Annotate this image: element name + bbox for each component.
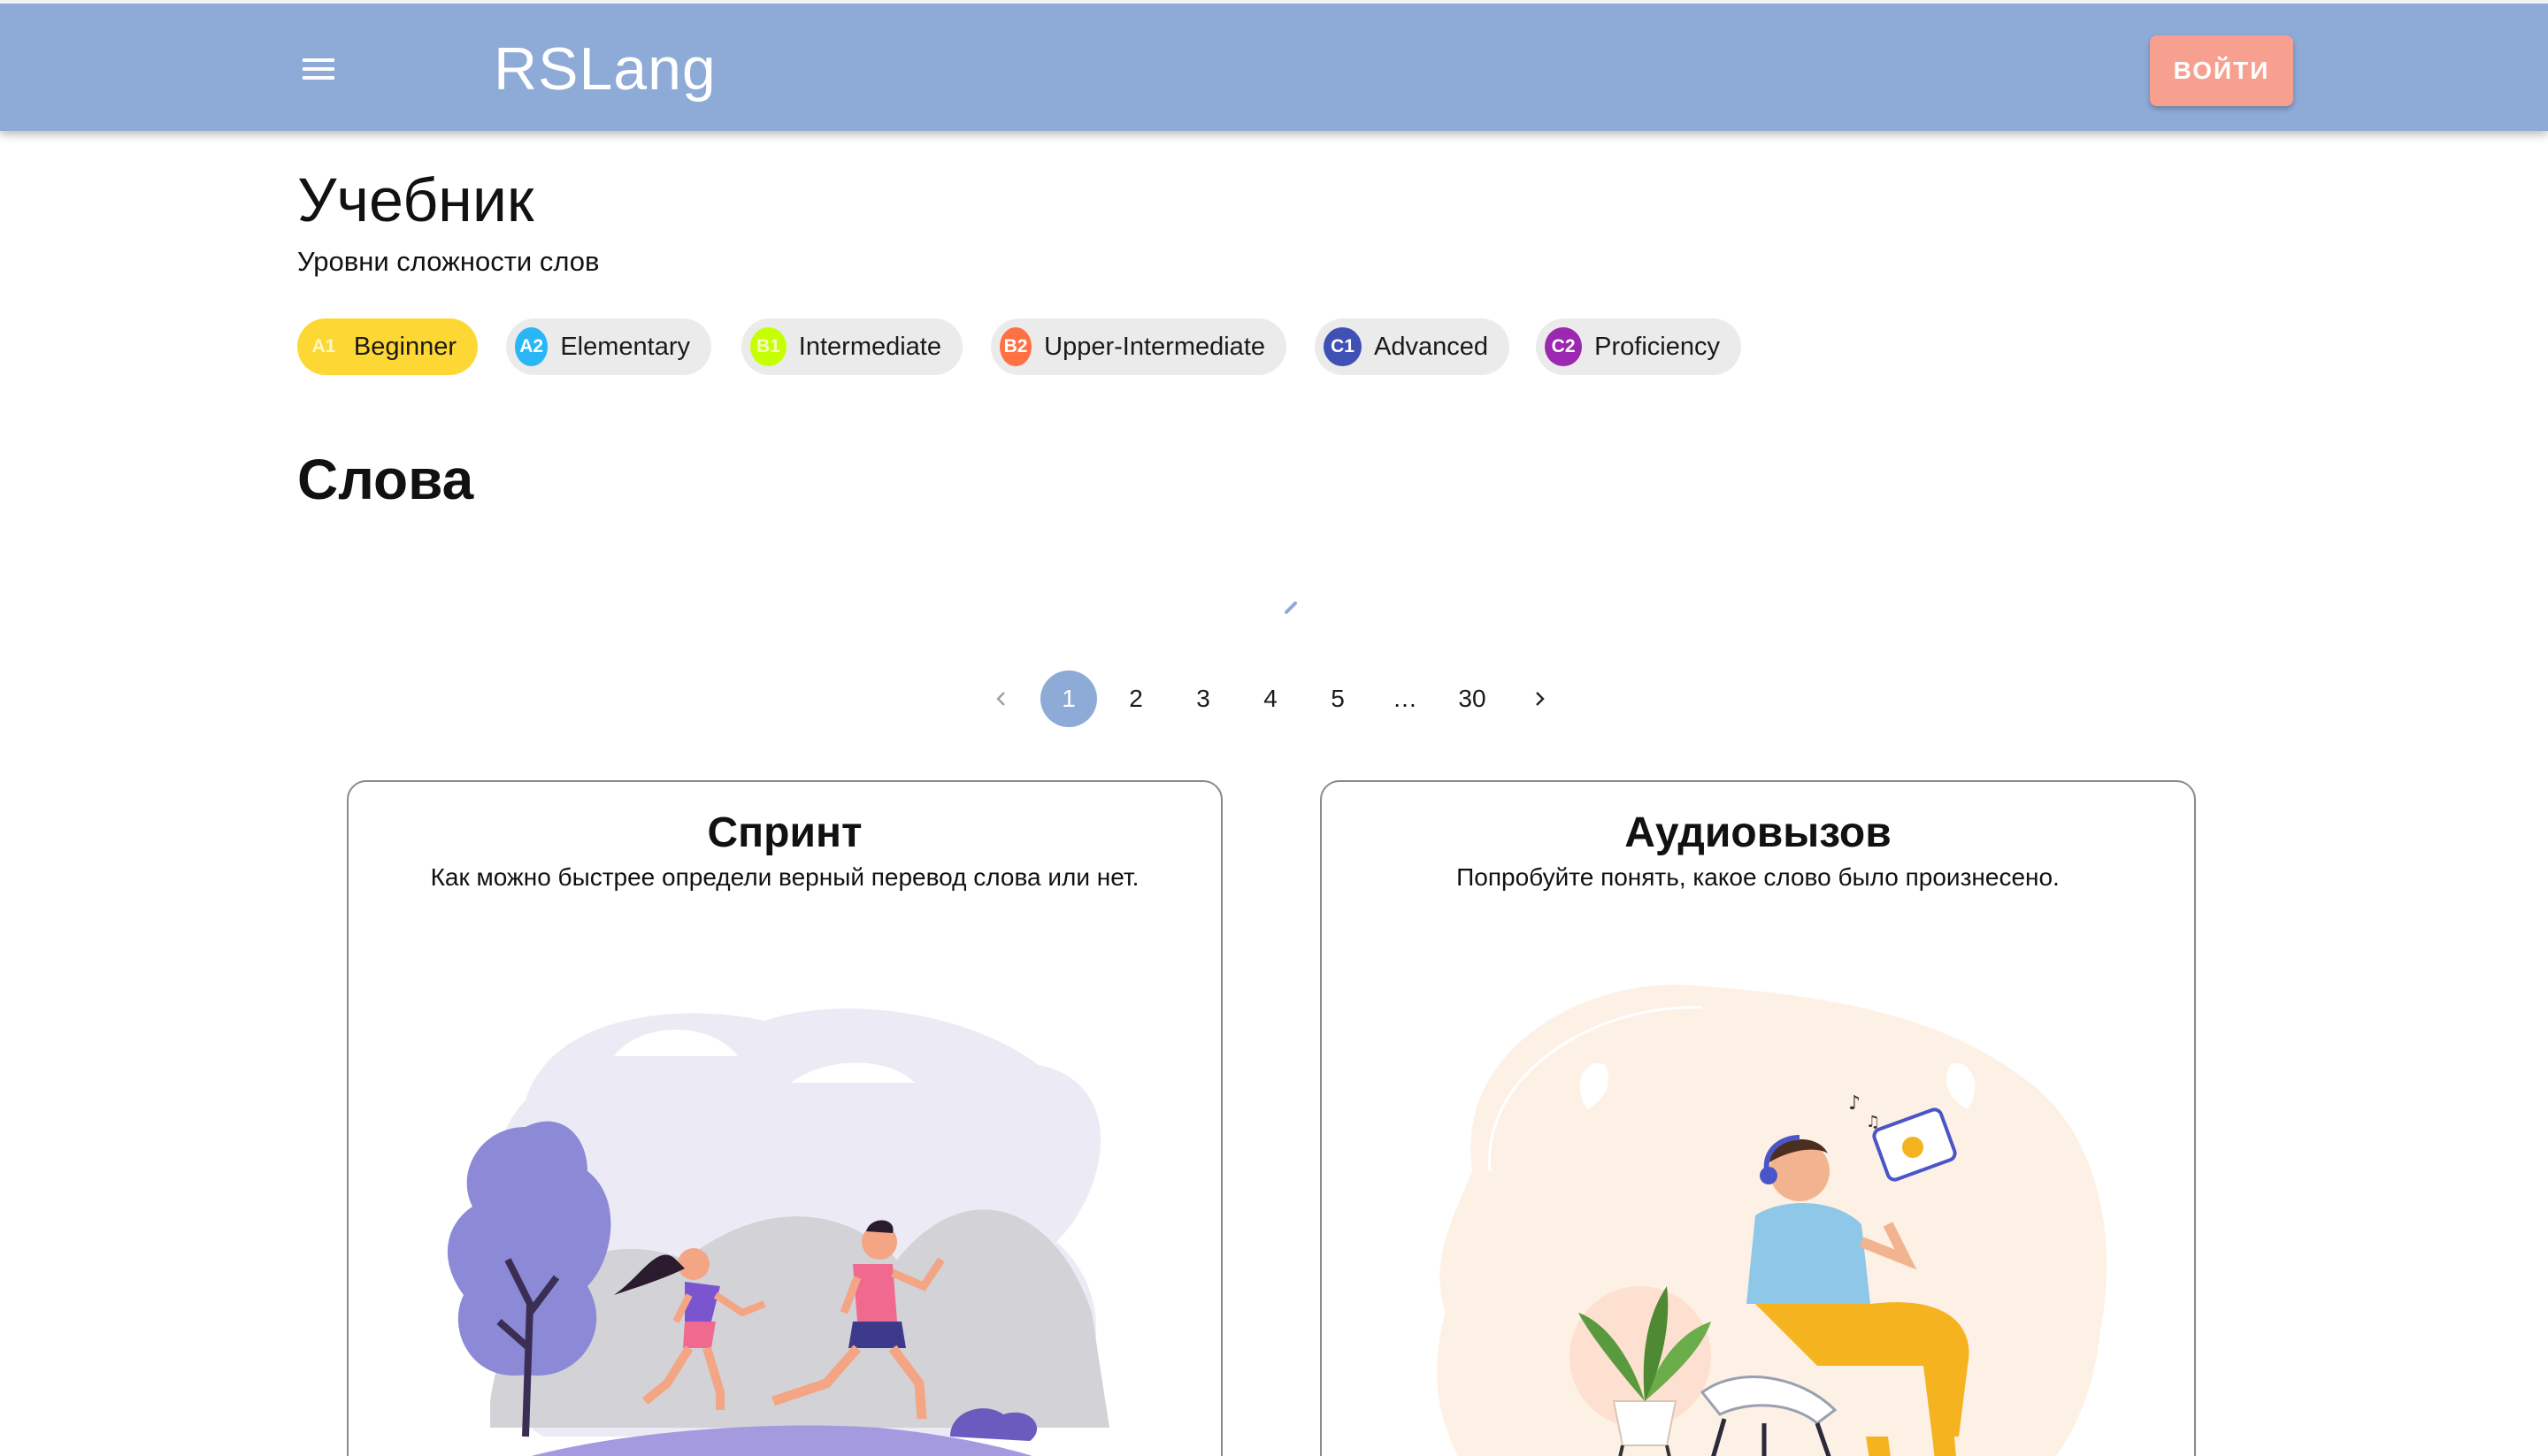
pagination-prev-icon[interactable]: [973, 671, 1030, 727]
level-label: Advanced: [1374, 332, 1488, 361]
pagination: 1 2 3 4 5 … 30: [0, 671, 2548, 727]
loading-spinner-icon: [1285, 602, 1297, 614]
login-button[interactable]: ВОЙТИ: [2150, 35, 2293, 106]
level-chip-b1[interactable]: B1 Intermediate: [741, 318, 963, 375]
game-title: Аудиовызов: [1624, 809, 1892, 856]
game-description: Как можно быстрее определи верный перево…: [430, 863, 1140, 891]
app-title: RSLang: [494, 35, 717, 103]
pagination-page[interactable]: 4: [1242, 671, 1299, 727]
pagination-page[interactable]: 1: [1040, 671, 1097, 727]
level-label: Intermediate: [798, 332, 941, 361]
page-title: Учебник: [297, 165, 534, 234]
level-chip-a2[interactable]: A2 Elementary: [506, 318, 711, 375]
svg-text:♫: ♫: [1866, 1113, 1880, 1131]
app-bar: RSLang ВОЙТИ: [0, 0, 2548, 131]
game-description: Попробуйте понять, какое слово было прои…: [1456, 863, 2060, 891]
sprint-illustration: [447, 1008, 1109, 1456]
level-label: Elementary: [560, 332, 690, 361]
pagination-page[interactable]: 30: [1444, 671, 1500, 727]
level-label: Upper-Intermediate: [1044, 332, 1265, 361]
page: RSLang ВОЙТИ Учебник Уровни сложности сл…: [0, 0, 2548, 1456]
level-chip-b2[interactable]: B2 Upper-Intermediate: [991, 318, 1286, 375]
pagination-page[interactable]: 5: [1309, 671, 1366, 727]
level-badge: B2: [1000, 327, 1032, 366]
svg-text:♪: ♪: [1848, 1092, 1861, 1115]
pagination-page[interactable]: 3: [1175, 671, 1232, 727]
level-badge: C1: [1324, 327, 1362, 366]
level-badge: B1: [750, 327, 787, 366]
level-chip-c1[interactable]: C1 Advanced: [1315, 318, 1509, 375]
audiocall-illustration: ♪ ♫: [1437, 985, 2107, 1456]
pagination-ellipsis: …: [1393, 685, 1417, 712]
game-title: Спринт: [707, 809, 863, 856]
pagination-next-icon[interactable]: [1511, 671, 1568, 727]
words-title: Слова: [297, 448, 474, 511]
sprint-game-card[interactable]: Спринт Как можно быстрее определи верный…: [347, 780, 1223, 1456]
menu-icon[interactable]: [292, 42, 345, 96]
level-chip-a1[interactable]: A1 Beginner: [297, 318, 478, 375]
level-badge: A1: [306, 327, 342, 366]
level-chip-c2[interactable]: C2 Proficiency: [1536, 318, 1741, 375]
level-badge: C2: [1545, 327, 1583, 366]
page-subtitle: Уровни сложности слов: [297, 246, 600, 277]
audiocall-game-card[interactable]: Аудиовызов Попробуйте понять, какое слов…: [1320, 780, 2196, 1456]
level-label: Proficiency: [1594, 332, 1720, 361]
level-badge: A2: [515, 327, 549, 366]
pagination-page[interactable]: 2: [1108, 671, 1164, 727]
level-label: Beginner: [353, 332, 457, 361]
